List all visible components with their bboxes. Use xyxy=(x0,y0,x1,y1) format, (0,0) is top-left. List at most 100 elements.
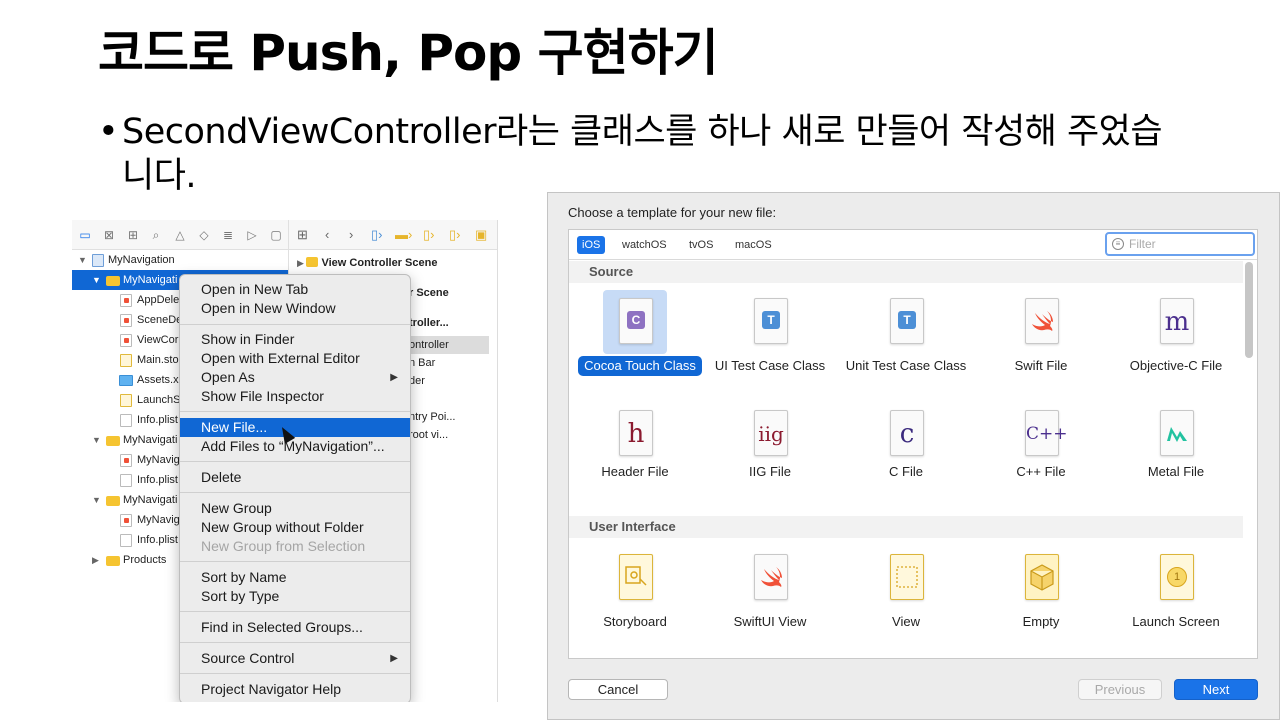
menu-item-open-external-editor[interactable]: Open with External Editor xyxy=(180,349,410,368)
tab-watchos[interactable]: watchOS xyxy=(617,236,672,254)
menu-item-open-as[interactable]: Open As ▶ xyxy=(180,368,410,387)
disclosure-down-icon[interactable]: ▼ xyxy=(92,270,101,290)
template-header-file[interactable]: h Header File xyxy=(573,402,697,510)
scene-label: der xyxy=(409,375,425,387)
template-unit-test-case[interactable]: T Unit Test Case Class xyxy=(844,290,968,398)
tab-tvos[interactable]: tvOS xyxy=(684,236,718,254)
template-c-file[interactable]: c C File xyxy=(844,402,968,510)
storyboard-file-icon xyxy=(120,394,132,407)
search-icon[interactable]: ⌕ xyxy=(149,228,163,242)
scene-row[interactable]: ntry Poi... xyxy=(409,408,497,426)
template-label: Header File xyxy=(601,464,669,479)
plist-file-icon xyxy=(120,414,132,427)
tab-macos[interactable]: macOS xyxy=(730,236,777,254)
menu-separator xyxy=(180,411,410,412)
iig-icon: iig xyxy=(754,410,788,456)
warning-icon[interactable]: △ xyxy=(173,228,187,242)
ui-test-case-icon: T xyxy=(754,298,788,344)
folder-icon[interactable]: ▭ xyxy=(78,228,92,242)
bullet-text: SecondViewController라는 클래스를 하나 새로 만들어 작성… xyxy=(122,112,1163,196)
test-diamond-icon[interactable]: ◇ xyxy=(197,228,211,242)
scene-row[interactable]: root vi... xyxy=(409,426,497,444)
menu-item-new-group[interactable]: New Group xyxy=(180,499,410,518)
menu-item-open-new-window[interactable]: Open in New Window xyxy=(180,299,410,318)
tile-icon-box xyxy=(738,546,802,610)
scene-label: n Bar xyxy=(409,357,436,369)
template-swift-file[interactable]: Swift File xyxy=(979,290,1103,398)
cancel-button[interactable]: Cancel xyxy=(568,679,668,700)
folder-icon xyxy=(106,556,120,566)
header-glyph: h xyxy=(627,419,645,449)
template-label: SwiftUI View xyxy=(733,614,807,629)
grid-icon[interactable]: ⊞ xyxy=(297,227,308,243)
menu-item-open-new-tab[interactable]: Open in New Tab xyxy=(180,280,410,299)
objc-m-icon: m xyxy=(1160,298,1194,344)
tree-row-project[interactable]: ▼ MyNavigation xyxy=(72,250,288,270)
breakpoint-icon[interactable]: ▷ xyxy=(245,228,259,242)
menu-separator xyxy=(180,642,410,643)
debug-icon[interactable]: ≣ xyxy=(221,228,235,242)
menu-item-navigator-help[interactable]: Project Navigator Help xyxy=(180,680,410,699)
context-menu: Open in New Tab Open in New Window Show … xyxy=(179,274,411,702)
template-objective-c-file[interactable]: m Objective-C File xyxy=(1114,290,1238,398)
menu-item-show-in-finder[interactable]: Show in Finder xyxy=(180,330,410,349)
unit-test-case-icon: T xyxy=(890,298,924,344)
template-metal-file[interactable]: Metal File xyxy=(1114,402,1238,510)
template-view[interactable]: View xyxy=(844,546,968,654)
scene-row[interactable]: ▶ View Controller Scene xyxy=(297,254,497,272)
hierarchy-icon[interactable]: ⊞ xyxy=(126,228,140,242)
menu-item-sort-by-name[interactable]: Sort by Name xyxy=(180,568,410,587)
menu-item-delete[interactable]: Delete xyxy=(180,468,410,487)
filter-field[interactable]: ≡ Filter xyxy=(1105,232,1255,256)
back-chevron-icon[interactable]: ‹ xyxy=(325,227,329,243)
menu-item-find-in-groups[interactable]: Find in Selected Groups... xyxy=(180,618,410,637)
menu-item-sort-by-type[interactable]: Sort by Type xyxy=(180,587,410,606)
menu-item-new-file[interactable]: New File... xyxy=(180,418,410,437)
template-empty[interactable]: Empty xyxy=(979,546,1103,654)
disclosure-down-icon[interactable]: ▼ xyxy=(92,490,101,510)
tile-icon-box: T xyxy=(874,290,938,354)
template-launch-screen[interactable]: 1 Launch Screen xyxy=(1114,546,1238,654)
scrollbar-thumb[interactable] xyxy=(1245,262,1253,358)
scene-row[interactable]: ontroller xyxy=(409,336,489,354)
tree-label: MyNavigation xyxy=(108,254,175,266)
previous-button: Previous xyxy=(1078,679,1162,700)
template-label: C File xyxy=(889,464,923,479)
source-control-icon[interactable]: ⊠ xyxy=(102,228,116,242)
template-iig-file[interactable]: iig IIG File xyxy=(708,402,832,510)
scene-row[interactable]: n Bar xyxy=(409,354,497,372)
template-cocoa-touch-class[interactable]: C Cocoa Touch Class xyxy=(573,290,702,398)
menu-item-add-files[interactable]: Add Files to “MyNavigation”... xyxy=(180,437,410,456)
template-cpp-file[interactable]: C++ C++ File xyxy=(979,402,1103,510)
view-controller-crumb-icon[interactable]: ▣ xyxy=(475,227,487,243)
tree-label: MyNavig xyxy=(137,514,180,526)
filter-icon: ≡ xyxy=(1112,238,1124,250)
submenu-arrow-icon: ▶ xyxy=(390,653,398,664)
next-button[interactable]: Next xyxy=(1174,679,1258,700)
folder-crumb-icon[interactable]: ▬› xyxy=(395,227,412,243)
storyboard-crumb-icon-2[interactable]: ▯› xyxy=(449,227,460,243)
scene-row[interactable]: troller... xyxy=(409,314,497,332)
template-swiftui-view[interactable]: SwiftUI View xyxy=(708,546,832,654)
class-badge: C xyxy=(627,311,645,329)
disclosure-right-icon[interactable]: ▶ xyxy=(92,550,99,570)
folder-icon xyxy=(106,496,120,506)
tab-ios[interactable]: iOS xyxy=(577,236,606,254)
disclosure-down-icon[interactable]: ▼ xyxy=(92,430,101,450)
scene-row[interactable]: der xyxy=(409,372,497,390)
tile-icon-box xyxy=(1009,546,1073,610)
file-icon[interactable]: ▯› xyxy=(371,227,382,243)
forward-chevron-icon[interactable]: › xyxy=(349,227,353,243)
disclosure-right-icon[interactable]: ▶ xyxy=(297,258,306,268)
template-ui-test-case[interactable]: T UI Test Case Class xyxy=(708,290,832,398)
menu-item-source-control[interactable]: Source Control ▶ xyxy=(180,649,410,668)
menu-item-new-group-without-folder[interactable]: New Group without Folder xyxy=(180,518,410,537)
menu-item-show-file-inspector[interactable]: Show File Inspector xyxy=(180,387,410,406)
tile-icon-box: T xyxy=(738,290,802,354)
template-label: Storyboard xyxy=(603,614,667,629)
report-icon[interactable]: ▢ xyxy=(269,228,283,242)
storyboard-crumb-icon[interactable]: ▯› xyxy=(423,227,434,243)
scene-row[interactable]: r Scene xyxy=(409,284,497,302)
template-storyboard[interactable]: Storyboard xyxy=(573,546,697,654)
disclosure-down-icon[interactable]: ▼ xyxy=(78,250,87,270)
